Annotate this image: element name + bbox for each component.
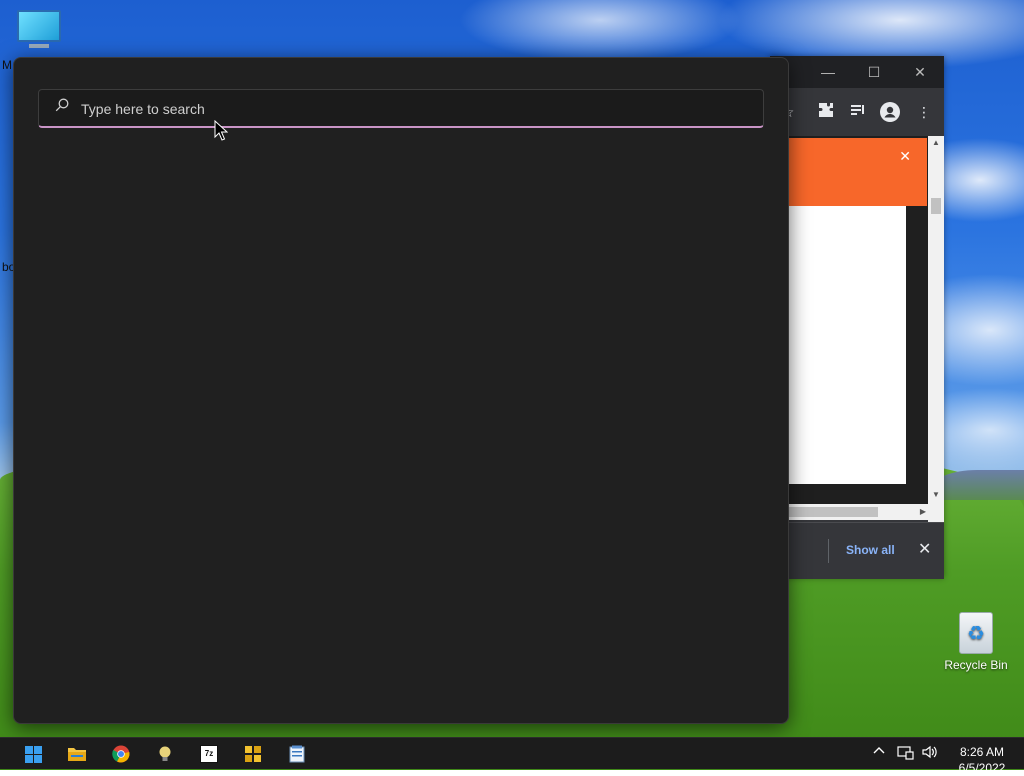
network-icon[interactable] <box>897 744 915 763</box>
hscroll-thumb[interactable] <box>788 507 878 517</box>
chrome-titlebar[interactable]: — ☐ ✕ <box>770 56 944 88</box>
chrome-window[interactable]: — ☐ ✕ ☆ ⋮ ✕ ▲ ▼ ▶ Show all ✕ <box>770 56 944 579</box>
scroll-thumb[interactable] <box>931 198 941 214</box>
scroll-right-icon[interactable]: ▶ <box>920 504 926 520</box>
monitor-icon <box>17 10 61 42</box>
horizontal-scrollbar[interactable]: ▶ <box>788 504 928 520</box>
profile-icon[interactable] <box>880 102 900 122</box>
mouse-cursor-icon <box>214 120 228 141</box>
download-bar-close-icon[interactable]: ✕ <box>918 539 931 559</box>
recycle-bin-icon: ♻ <box>959 612 993 654</box>
desktop-label-fragment: M <box>2 58 12 72</box>
scroll-up-icon[interactable]: ▲ <box>928 136 944 150</box>
taskbar: 7z 8:26 AM 6/5/2022 <box>0 737 1024 775</box>
clock-time: 8:26 AM <box>959 745 1005 759</box>
close-icon[interactable]: ✕ <box>910 62 930 82</box>
chrome-icon[interactable] <box>110 743 132 765</box>
wallpaper-mountains <box>930 470 1024 500</box>
maximize-icon[interactable]: ☐ <box>864 62 884 82</box>
minimize-icon[interactable]: — <box>818 62 838 82</box>
reading-list-icon[interactable] <box>848 102 868 122</box>
puzzle-app-icon[interactable] <box>242 743 264 765</box>
search-box[interactable] <box>38 89 764 128</box>
orange-banner: ✕ <box>788 138 927 206</box>
scroll-down-icon[interactable]: ▼ <box>928 488 944 502</box>
chevron-up-icon[interactable] <box>872 744 886 761</box>
show-all-button[interactable]: Show all <box>846 543 895 557</box>
recycle-bin-label: Recycle Bin <box>944 658 1008 672</box>
recycle-bin-desktop-icon[interactable]: ♻ Recycle Bin <box>940 612 1012 672</box>
7zip-icon[interactable]: 7z <box>198 743 220 765</box>
lightbulb-app-icon[interactable] <box>154 743 176 765</box>
notepad-app-icon[interactable] <box>286 743 308 765</box>
search-panel <box>13 57 789 724</box>
taskbar-clock[interactable]: 8:26 AM 6/5/2022 <box>944 744 1020 776</box>
search-icon <box>55 98 69 112</box>
download-bar: Show all ✕ <box>770 522 944 579</box>
clock-date: 6/5/2022 <box>958 761 1006 775</box>
chrome-toolbar: ☆ ⋮ <box>770 88 944 136</box>
volume-icon[interactable] <box>921 744 939 763</box>
banner-close-icon[interactable]: ✕ <box>899 148 911 165</box>
chrome-page-content: ✕ <box>788 136 928 520</box>
page-white-area <box>788 206 906 484</box>
extensions-icon[interactable] <box>816 102 836 122</box>
start-icon[interactable] <box>22 743 44 765</box>
file-explorer-icon[interactable] <box>66 743 88 765</box>
this-pc-desktop-icon[interactable] <box>16 10 62 52</box>
search-input[interactable] <box>79 90 753 128</box>
vertical-scrollbar[interactable]: ▲ ▼ <box>928 136 944 522</box>
menu-icon[interactable]: ⋮ <box>914 102 934 122</box>
